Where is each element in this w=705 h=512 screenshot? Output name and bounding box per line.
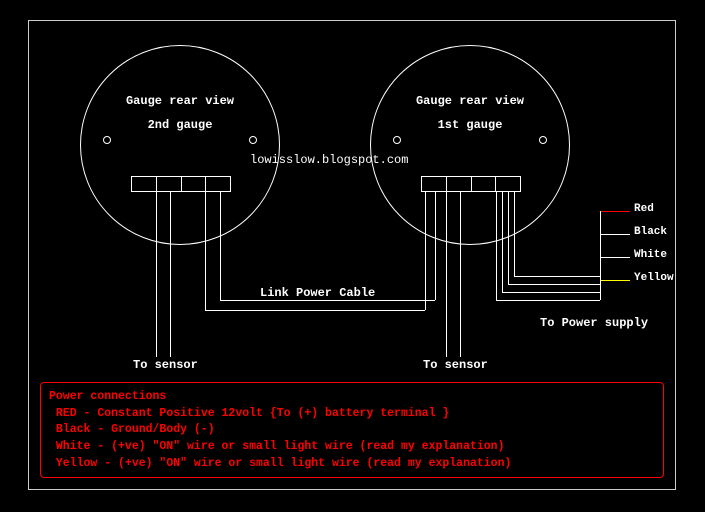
wire-link [220, 192, 221, 300]
wire-sensor-left [170, 192, 171, 357]
legend-heading: Power connections [49, 389, 655, 406]
label-to-power-supply: To Power supply [540, 316, 648, 330]
wire-power [514, 276, 600, 277]
label-wire-red: Red [634, 203, 654, 215]
wire-sensor-right [446, 192, 447, 357]
gauge-1st: Gauge rear view 1st gauge [370, 45, 570, 245]
wire-black-icon [600, 234, 630, 235]
label-to-sensor-left: To sensor [133, 358, 198, 372]
terminal-cell [206, 177, 230, 191]
mount-hole-icon [103, 136, 111, 144]
wire-link [435, 192, 436, 300]
legend-black: Black - Ground/Body (-) [49, 422, 655, 439]
wire-power [508, 192, 509, 284]
wire-sensor-left [156, 192, 157, 357]
label-wire-black: Black [634, 226, 667, 238]
terminal-block-2nd [131, 176, 231, 192]
terminal-cell [472, 177, 497, 191]
wire-red-icon [600, 211, 630, 212]
gauge-2nd-subtitle: 2nd gauge [81, 118, 279, 132]
label-to-sensor-right: To sensor [423, 358, 488, 372]
legend-red: RED - Constant Positive 12volt {To (+) b… [49, 406, 655, 423]
mount-hole-icon [539, 136, 547, 144]
gauge-2nd: Gauge rear view 2nd gauge [80, 45, 280, 245]
label-link-cable: Link Power Cable [260, 286, 375, 300]
wire-white-icon [600, 257, 630, 258]
wire-link [205, 192, 206, 310]
wire-link [220, 300, 435, 301]
gauge-2nd-title: Gauge rear view [81, 94, 279, 108]
wire-power [514, 192, 515, 276]
terminal-cell [132, 177, 157, 191]
label-wire-yellow: Yellow [634, 272, 674, 284]
wire-power [508, 284, 600, 285]
wire-power [502, 192, 503, 292]
legend-white: White - (+ve) "ON" wire or small light w… [49, 439, 655, 456]
terminal-cell [157, 177, 182, 191]
terminal-cell [496, 177, 520, 191]
gauge-1st-title: Gauge rear view [371, 94, 569, 108]
gauge-1st-subtitle: 1st gauge [371, 118, 569, 132]
wire-power [496, 300, 600, 301]
wire-power [600, 211, 601, 300]
wire-yellow-icon [600, 280, 630, 281]
mount-hole-icon [249, 136, 257, 144]
terminal-cell [447, 177, 472, 191]
wire-link [425, 192, 426, 310]
wire-sensor-right [460, 192, 461, 357]
legend-box: Power connections RED - Constant Positiv… [40, 382, 664, 478]
terminal-cell [182, 177, 207, 191]
terminal-block-1st [421, 176, 521, 192]
terminal-cell [422, 177, 447, 191]
mount-hole-icon [393, 136, 401, 144]
wire-power [502, 292, 600, 293]
wire-link [205, 310, 425, 311]
label-wire-white: White [634, 249, 667, 261]
legend-yellow: Yellow - (+ve) "ON" wire or small light … [49, 456, 655, 473]
watermark-text: lowisslow.blogspot.com [250, 153, 408, 167]
wire-power [496, 192, 497, 300]
